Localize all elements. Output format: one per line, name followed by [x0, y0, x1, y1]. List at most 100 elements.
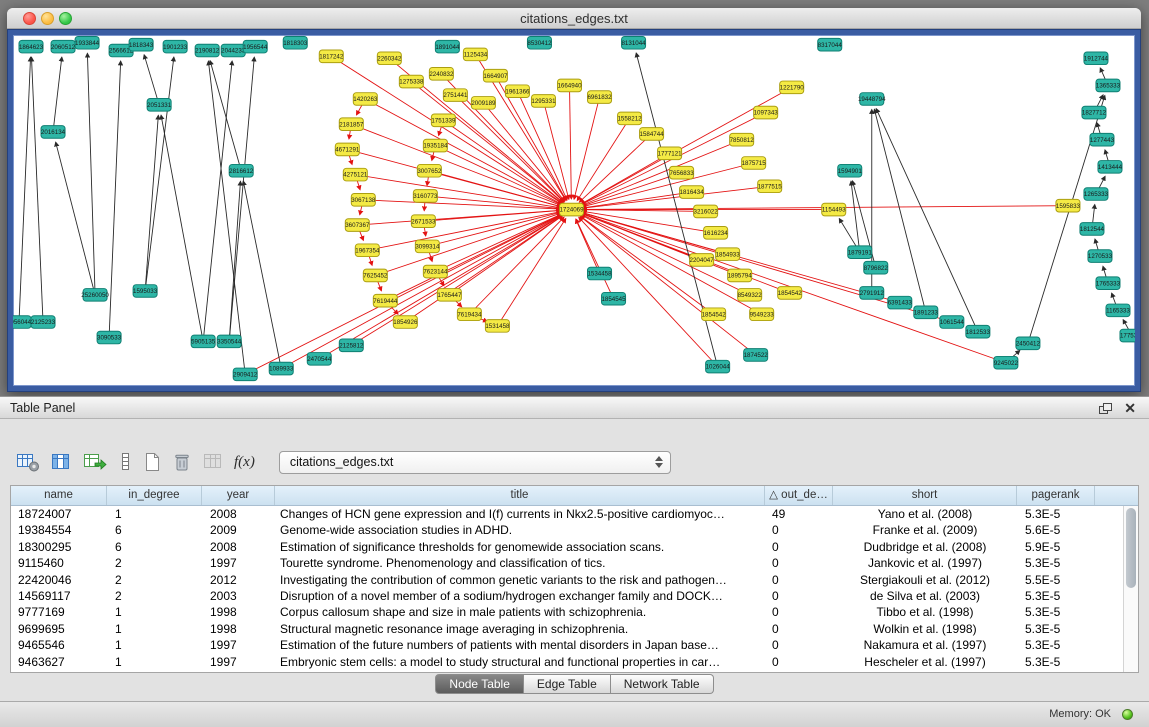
graph-edge[interactable]: [243, 181, 281, 368]
graph-node[interactable]: 1277443: [1090, 133, 1115, 146]
graph-edge[interactable]: [435, 214, 561, 272]
graph-node[interactable]: 1595833: [1056, 199, 1081, 212]
graph-node[interactable]: 19448794: [858, 93, 886, 106]
graph-node[interactable]: 7619444: [373, 294, 398, 307]
graph-edge[interactable]: [229, 57, 254, 341]
scrollbar-thumb[interactable]: [1126, 508, 1136, 588]
graph-node[interactable]: 1664940: [557, 79, 582, 92]
graph-node[interactable]: 2450412: [1016, 337, 1041, 350]
graph-node[interactable]: 1854542: [778, 287, 803, 300]
graph-node[interactable]: 1558212: [617, 112, 642, 125]
graph-node[interactable]: 1089933: [269, 362, 294, 375]
graph-node[interactable]: 8549322: [738, 289, 763, 302]
tab-network-table[interactable]: Network Table: [611, 674, 714, 694]
graph-node[interactable]: 2751441: [443, 89, 468, 102]
table-row[interactable]: 946362711997Embryonic stem cells: a mode…: [11, 654, 1123, 670]
graph-edge[interactable]: [449, 216, 562, 295]
graph-node[interactable]: 2125812: [339, 339, 364, 352]
graph-node[interactable]: 2791912: [860, 287, 885, 300]
graph-edge[interactable]: [874, 109, 925, 312]
graph-node[interactable]: 1221790: [780, 81, 805, 94]
graph-node[interactable]: 2470544: [307, 353, 332, 366]
new-document-icon[interactable]: [142, 449, 162, 475]
graph-node[interactable]: 1275338: [399, 75, 424, 88]
column-header-title[interactable]: title: [275, 486, 765, 505]
graph-edge[interactable]: [56, 142, 95, 295]
function-builder-icon[interactable]: f(x): [234, 449, 255, 475]
graph-edge[interactable]: [281, 215, 562, 369]
graph-edge[interactable]: [577, 118, 629, 200]
graph-node[interactable]: 1595033: [133, 285, 158, 298]
graph-node[interactable]: 1874522: [744, 349, 769, 362]
graph-node[interactable]: 2671533: [411, 215, 436, 228]
vertical-scrollbar[interactable]: [1123, 506, 1138, 672]
graph-node[interactable]: 1818343: [129, 38, 154, 51]
table-row[interactable]: 969969511998Structural magnetic resonanc…: [11, 621, 1123, 637]
graph-node[interactable]: 3607367: [345, 219, 370, 232]
graph-node[interactable]: 1961366: [505, 85, 530, 98]
graph-node[interactable]: 5905135: [191, 335, 216, 348]
graph-edge[interactable]: [319, 215, 562, 359]
column-header-name[interactable]: name: [11, 486, 107, 505]
graph-node[interactable]: 1812544: [1080, 223, 1105, 236]
graph-node[interactable]: 1933844: [75, 36, 100, 49]
graph-node[interactable]: 2190812: [195, 44, 220, 57]
table-row[interactable]: 911546021997Tourette syndrome. Phenomeno…: [11, 555, 1123, 571]
graph-node[interactable]: 3350544: [217, 335, 242, 348]
close-panel-icon[interactable]: ✕: [1124, 398, 1136, 418]
graph-node[interactable]: 3067138: [351, 194, 376, 207]
window-titlebar[interactable]: citations_edges.txt: [7, 8, 1141, 29]
graph-node[interactable]: 7850812: [730, 133, 755, 146]
column-header-year[interactable]: year: [202, 486, 275, 505]
table-row[interactable]: 1456911722003Disruption of a novel membe…: [11, 588, 1123, 604]
graph-edge[interactable]: [31, 57, 43, 322]
graph-node[interactable]: 1891044: [435, 40, 460, 53]
graph-node[interactable]: 1956544: [243, 40, 268, 53]
graph-node[interactable]: 1125434: [463, 48, 487, 61]
graph-node[interactable]: 2909412: [233, 368, 258, 381]
table-row[interactable]: 977716911998Corpus callosum shape and si…: [11, 604, 1123, 620]
graph-node[interactable]: 8317044: [818, 38, 843, 51]
graph-node[interactable]: 1935184: [423, 139, 448, 152]
graph-node[interactable]: 1812533: [966, 325, 991, 338]
network-graph[interactable]: 1724069181724222603421275338142026321818…: [13, 35, 1135, 386]
column-header-pagerank[interactable]: pagerank: [1017, 486, 1095, 505]
graph-node[interactable]: 3090533: [97, 331, 122, 344]
graph-node[interactable]: 9549233: [750, 308, 775, 321]
graph-edge[interactable]: [574, 97, 599, 199]
graph-node[interactable]: 1534458: [587, 267, 612, 280]
graph-edge[interactable]: [569, 85, 571, 198]
graph-node[interactable]: 3099314: [415, 240, 440, 253]
graph-node[interactable]: 2051331: [147, 99, 172, 112]
select-columns-icon[interactable]: [50, 449, 72, 475]
graph-node[interactable]: 8796822: [864, 261, 889, 274]
graph-node[interactable]: 1854542: [702, 308, 727, 321]
tab-node-table[interactable]: Node Table: [435, 674, 524, 694]
graph-node[interactable]: 1765447: [437, 289, 462, 302]
graph-edge[interactable]: [53, 57, 62, 132]
table-row[interactable]: 1830029562008Estimation of significance …: [11, 539, 1123, 555]
graph-edge[interactable]: [203, 61, 232, 341]
graph-node[interactable]: 1270533: [1088, 250, 1113, 263]
graph-node[interactable]: 2044233: [221, 44, 246, 57]
graph-node[interactable]: 1818303: [283, 36, 308, 49]
graph-edge[interactable]: [483, 103, 564, 201]
graph-edge[interactable]: [385, 214, 561, 300]
graph-edge[interactable]: [87, 53, 95, 294]
graph-node[interactable]: 1365333: [1096, 79, 1121, 92]
graph-node[interactable]: 1901233: [163, 40, 188, 53]
graph-node[interactable]: 1616234: [704, 226, 729, 239]
column-header-out-degree[interactable]: △ out_de…: [765, 486, 833, 505]
graph-node[interactable]: 1854545: [601, 292, 626, 305]
graph-node[interactable]: 2060512: [51, 40, 76, 53]
graph-edge[interactable]: [363, 200, 560, 209]
graph-node[interactable]: 2125233: [31, 316, 56, 329]
graph-node[interactable]: 1967354: [355, 244, 380, 257]
graph-node[interactable]: 3007652: [417, 164, 442, 177]
graph-node[interactable]: 4671291: [335, 143, 360, 156]
graph-node[interactable]: 1912744: [1084, 52, 1109, 65]
table-row[interactable]: 2242004622012Investigating the contribut…: [11, 572, 1123, 588]
graph-edge[interactable]: [365, 99, 562, 204]
graph-node[interactable]: 1956044: [13, 316, 32, 329]
graph-node[interactable]: 1827712: [1082, 106, 1107, 119]
